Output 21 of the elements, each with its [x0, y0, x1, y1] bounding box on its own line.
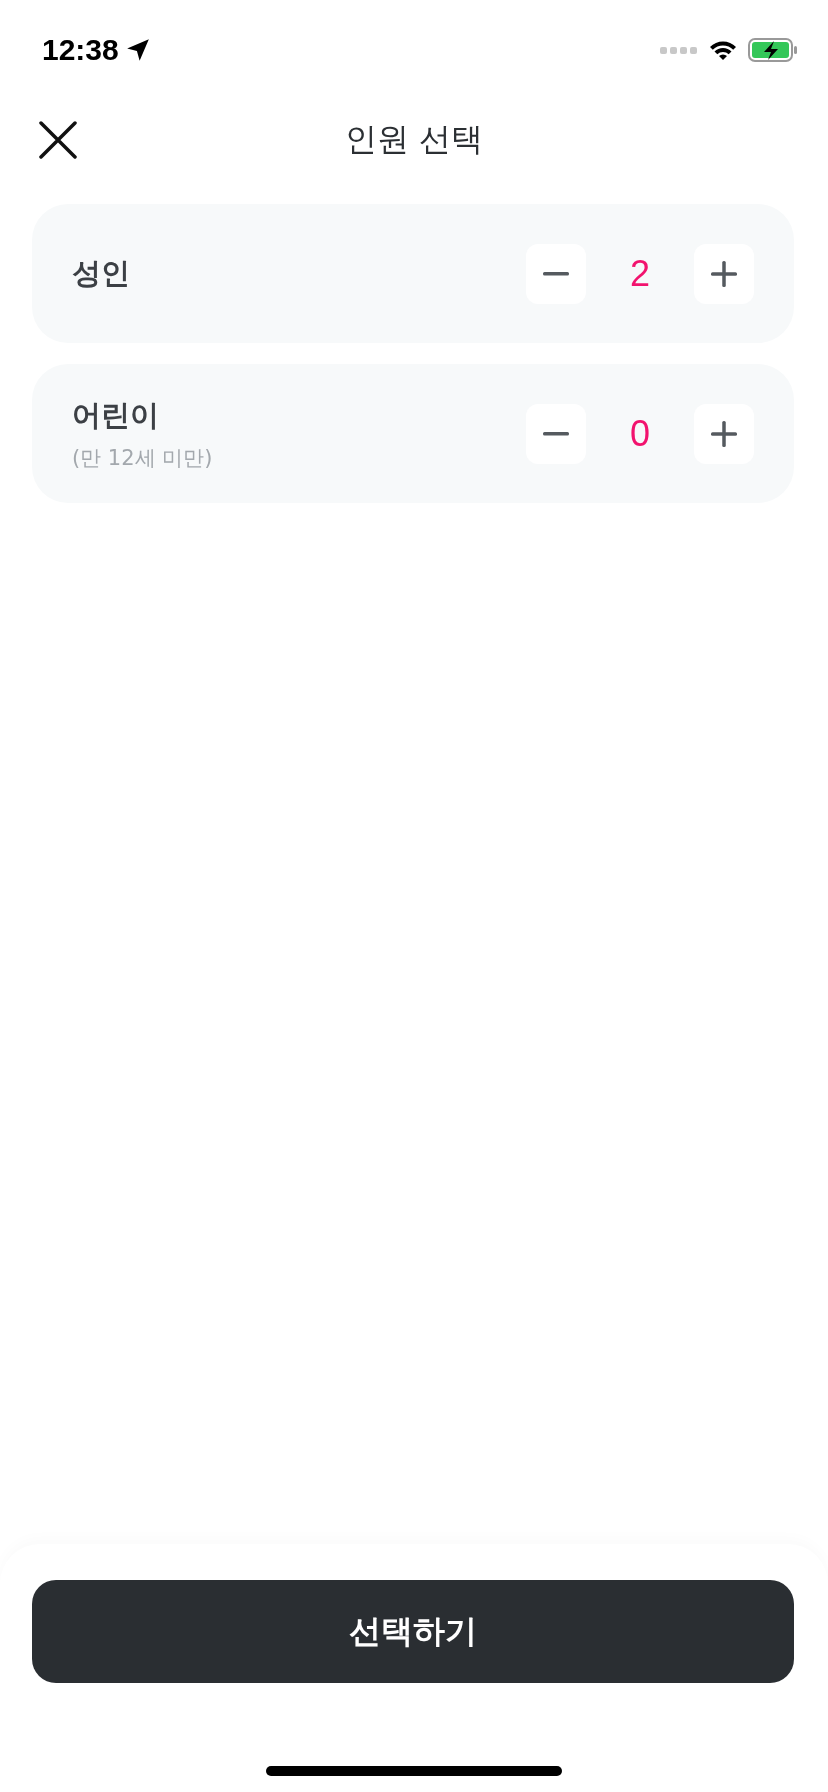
wifi-icon	[708, 39, 738, 61]
close-button[interactable]	[36, 118, 80, 162]
confirm-button[interactable]: 선택하기	[32, 1580, 794, 1683]
status-time: 12:38	[42, 33, 119, 67]
plus-button[interactable]	[694, 403, 754, 464]
plus-button[interactable]	[694, 243, 754, 304]
battery-charging-icon	[748, 38, 798, 62]
plus-icon	[711, 420, 737, 447]
minus-button[interactable]	[526, 243, 586, 304]
minus-button[interactable]	[526, 403, 586, 464]
plus-icon	[711, 260, 737, 287]
close-icon	[39, 121, 77, 159]
count-value: 0	[629, 412, 651, 455]
count-value: 2	[629, 252, 651, 295]
counter-label: 어린이	[72, 396, 160, 434]
page-title: 인원 선택	[344, 119, 484, 160]
counter-note: (만 12세 미만)	[72, 444, 213, 472]
counter-label: 성인	[72, 254, 130, 292]
signal-icon	[660, 45, 698, 55]
minus-icon	[543, 431, 569, 436]
minus-icon	[543, 271, 569, 276]
